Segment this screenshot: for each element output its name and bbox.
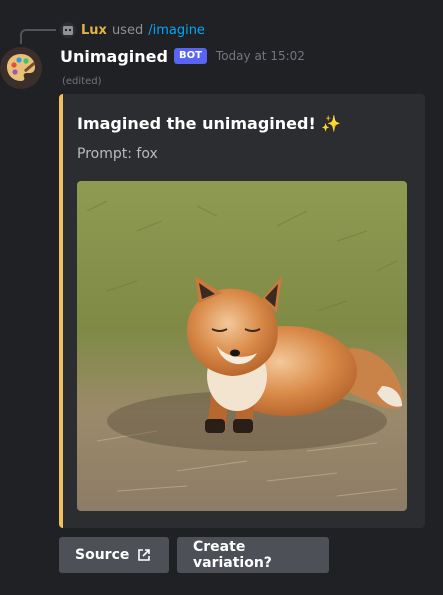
- replied-user-avatar[interactable]: [60, 22, 76, 38]
- message-timestamp[interactable]: Today at 15:02: [216, 49, 305, 63]
- bot-badge: BOT: [173, 48, 207, 64]
- bot-avatar[interactable]: [0, 47, 42, 89]
- reply-used-text: used: [111, 22, 144, 38]
- action-buttons: Source Create variation?: [59, 537, 329, 573]
- reply-reference[interactable]: Lux used /imagine: [60, 20, 205, 40]
- embed-card: Imagined the unimagined! ✨ Prompt: fox: [59, 94, 425, 528]
- robot-icon: [63, 26, 73, 35]
- source-button-label: Source: [75, 547, 130, 563]
- palette-icon: [7, 54, 36, 81]
- source-button[interactable]: Source: [59, 537, 169, 573]
- slash-command-link[interactable]: /imagine: [148, 23, 205, 38]
- replied-username[interactable]: Lux: [81, 23, 107, 38]
- create-variation-label: Create variation?: [193, 539, 272, 571]
- embed-title: Imagined the unimagined! ✨: [77, 114, 342, 133]
- edited-marker: (edited): [62, 76, 102, 87]
- external-link-icon: [138, 549, 151, 561]
- embed-description: Prompt: fox: [77, 146, 158, 162]
- reply-connector-line: [20, 29, 56, 44]
- fox-illustration: [77, 181, 407, 511]
- bot-username[interactable]: Unimagined: [60, 47, 168, 66]
- message-header: Unimagined BOT Today at 15:02: [60, 44, 305, 68]
- create-variation-button[interactable]: Create variation?: [177, 537, 329, 573]
- embed-image-fox[interactable]: [77, 181, 407, 511]
